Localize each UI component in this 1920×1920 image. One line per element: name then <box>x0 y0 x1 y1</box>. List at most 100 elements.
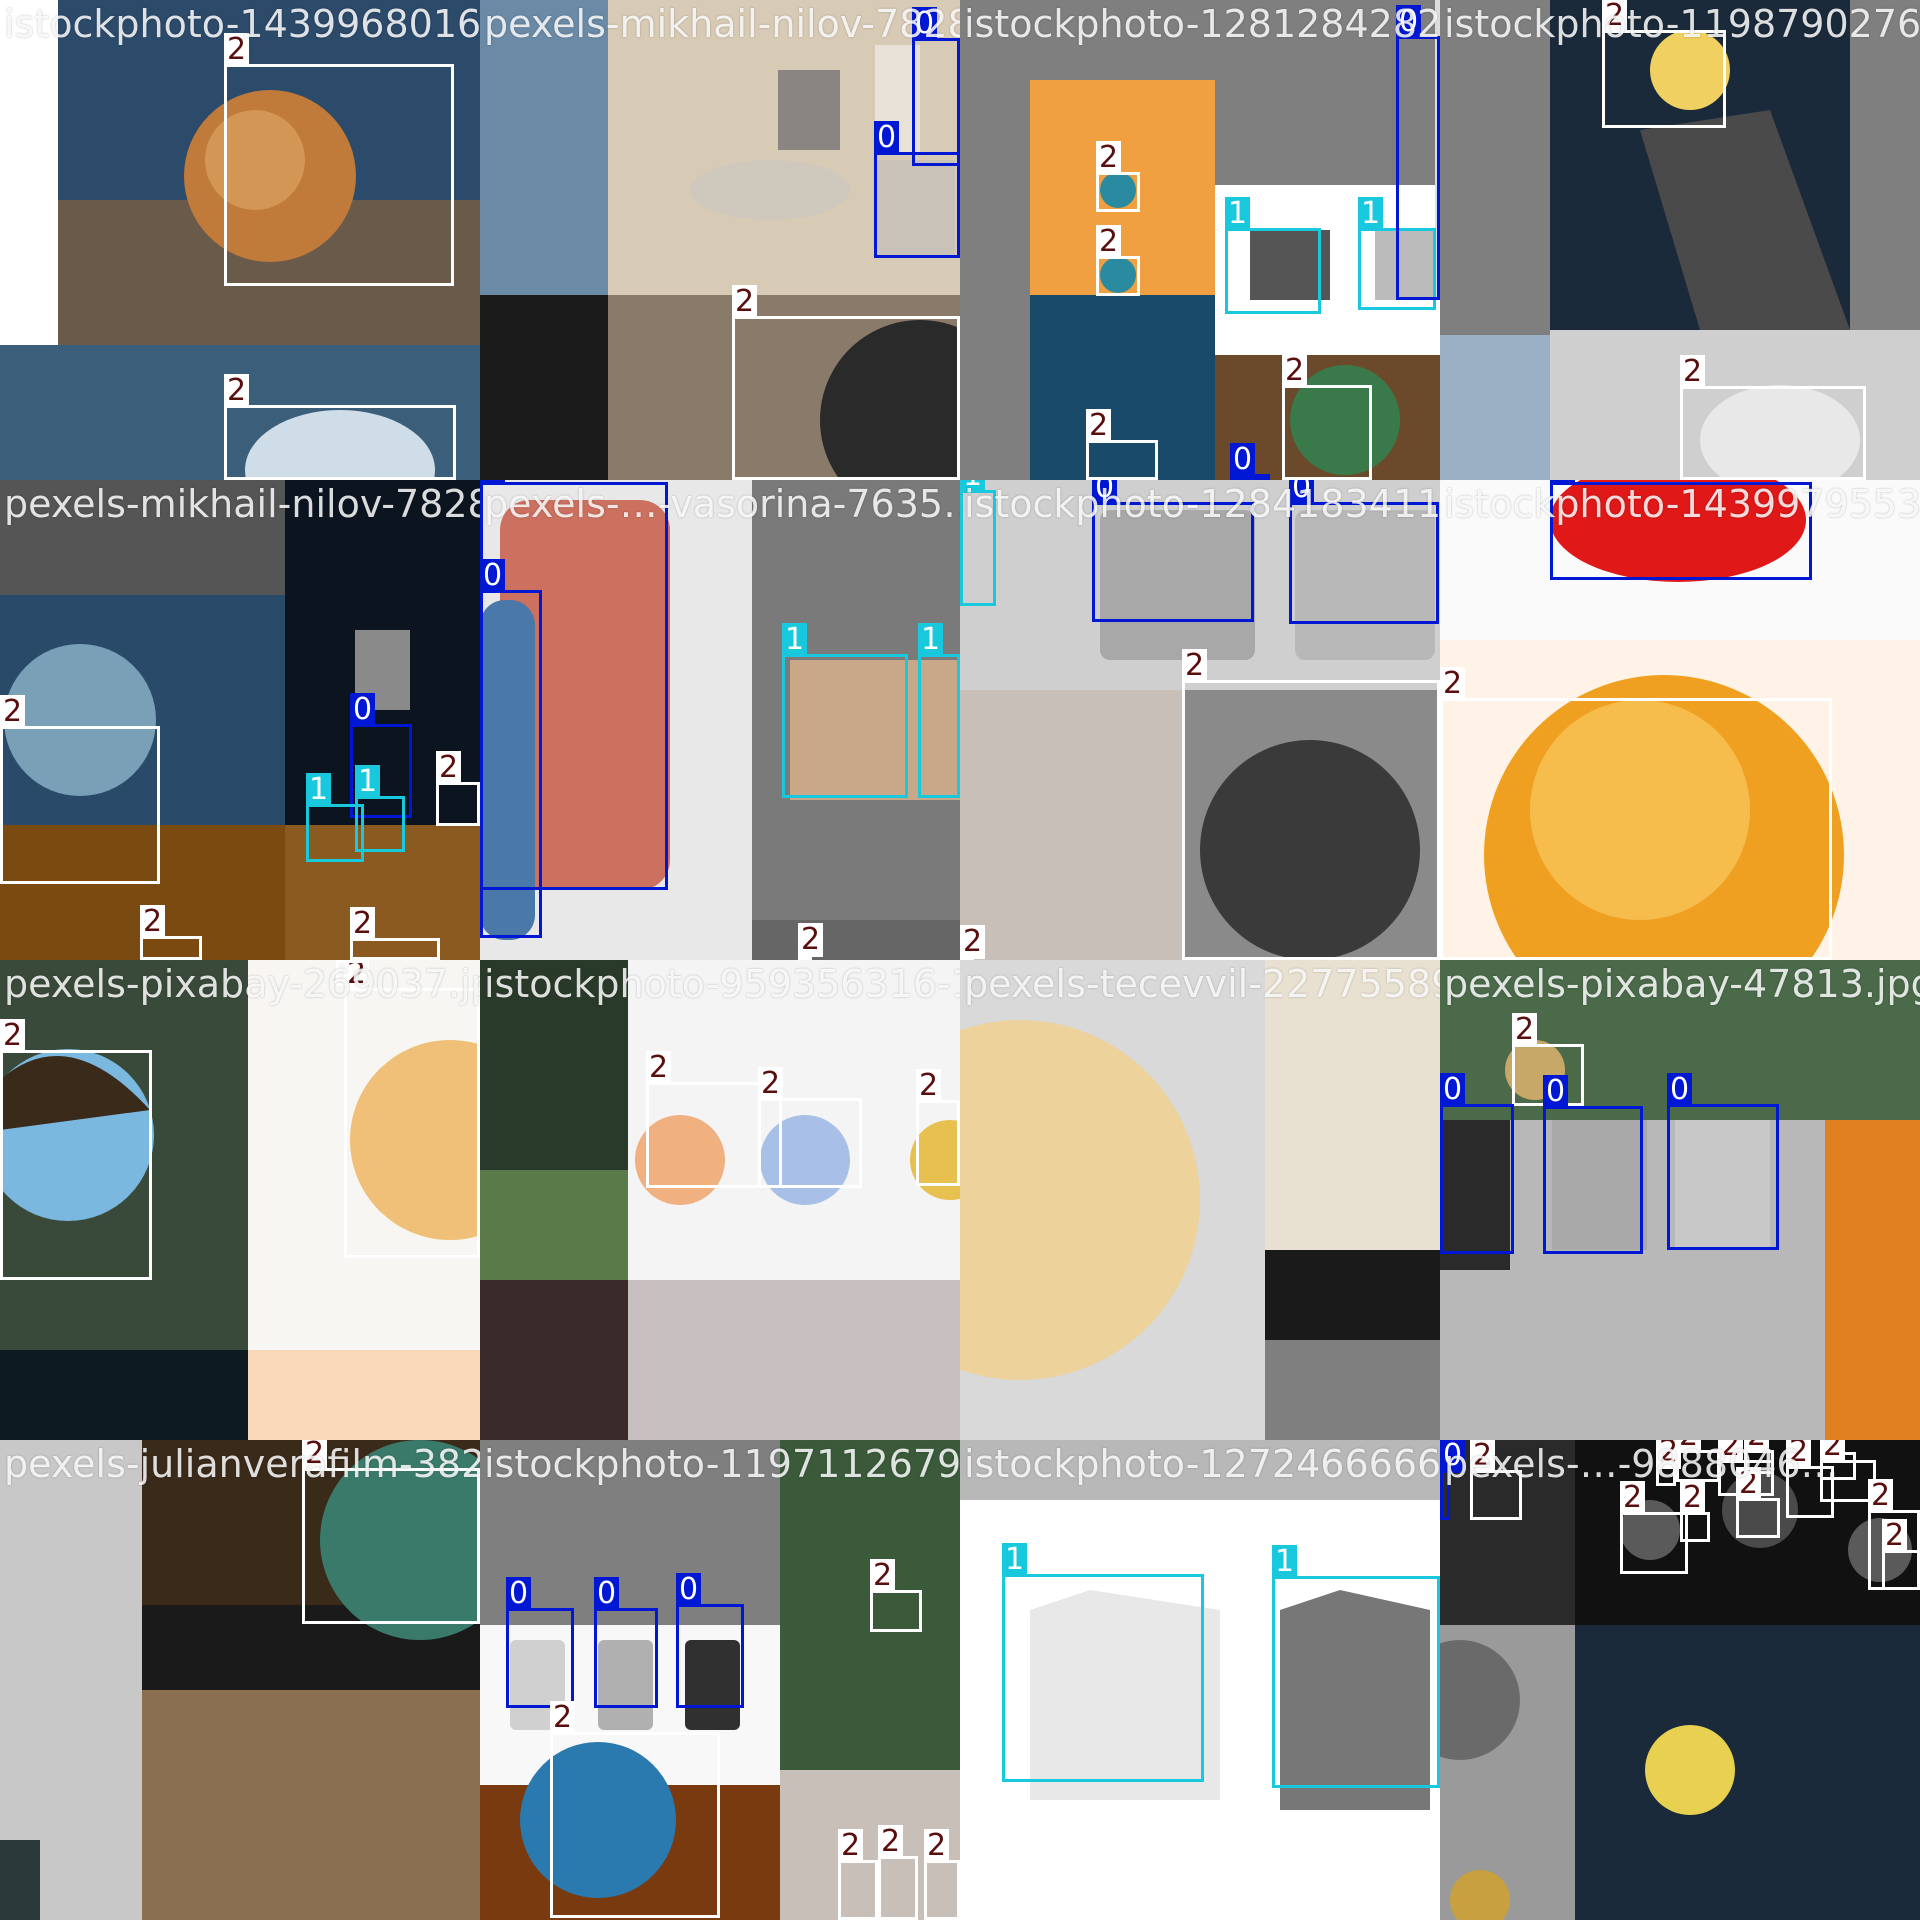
detection-box: 0 <box>1543 1075 1643 1254</box>
tile-filename: pexels-pixabay-269037.jpg <box>4 962 480 1006</box>
class-label: 1 <box>1002 1543 1028 1577</box>
detection-box: 2 <box>1680 355 1866 480</box>
detection-box: 2 <box>302 1440 480 1624</box>
class-label: 2 <box>878 1825 904 1859</box>
class-label: 2 <box>1086 409 1112 443</box>
mosaic-tile: pexels-julianverafilm-3828833.jpg 2 <box>0 1440 480 1920</box>
detection-box: 0 <box>912 7 960 166</box>
tile-image <box>480 960 960 1440</box>
class-label: 0 <box>350 693 376 727</box>
class-label: 2 <box>1620 1481 1646 1515</box>
class-label: 0 <box>1543 1075 1569 1109</box>
class-label: 2 <box>224 374 250 408</box>
detection-box: 2 <box>1086 409 1158 480</box>
class-label: 2 <box>798 923 824 957</box>
tile-filename: pexels-…-9888046… <box>1444 1442 1839 1486</box>
class-label: 1 <box>782 623 808 657</box>
class-label: 0 <box>1230 443 1256 477</box>
detection-box: 2 <box>924 1829 960 1920</box>
detection-box: 1 <box>1225 197 1321 314</box>
class-label: 1 <box>306 773 332 807</box>
mosaic-tile: pexels-pixabay-47813.jpg 2 0 0 0 <box>1440 960 1920 1440</box>
detection-box: 2 <box>1882 1519 1920 1590</box>
class-label: 2 <box>870 1559 896 1593</box>
detection-box: 2 <box>344 960 480 1258</box>
class-label: 0 <box>676 1573 702 1607</box>
tile-filename: istockphoto-1272466666-1024x1024.jpg <box>964 1442 1440 1486</box>
class-label: 2 <box>1440 667 1466 701</box>
class-label: 2 <box>0 1019 26 1053</box>
class-label: 2 <box>436 751 462 785</box>
class-label: 2 <box>838 1829 864 1863</box>
detection-box: 2 <box>1096 141 1140 212</box>
mosaic-tile: pexels-mikhail-nilov-7828674.jpg 2 0 1 1… <box>0 480 480 960</box>
tile-image <box>0 480 480 960</box>
class-label: 1 <box>1358 197 1384 231</box>
mosaic-tile: istockphoto-959356316-1024x1024.jpg 2 2 … <box>480 960 960 1440</box>
detection-box: 2 <box>758 1067 862 1188</box>
class-label: 0 <box>1667 1073 1693 1107</box>
detection-box: 2 <box>878 1825 918 1920</box>
class-label: 2 <box>1680 1481 1706 1515</box>
class-label: 0 <box>874 121 900 155</box>
class-label: 1 <box>1272 1545 1298 1579</box>
class-label: 2 <box>1282 354 1308 388</box>
detection-box: 2 <box>870 1559 922 1632</box>
detection-box: 2 <box>732 285 960 480</box>
detection-box: 2 <box>0 1019 152 1280</box>
tile-filename: istockphoto-959356316-1024x1024.jpg <box>484 962 960 1006</box>
class-label: 2 <box>732 285 758 319</box>
detection-box: 2 <box>1620 1481 1688 1574</box>
class-label: 2 <box>758 1067 784 1101</box>
detection-box: 0 <box>1667 1073 1779 1250</box>
detection-box: 0 <box>1230 443 1270 480</box>
detection-box: 2 <box>1182 649 1440 960</box>
class-label: 2 <box>646 1051 672 1085</box>
detection-box: 1 <box>918 623 960 798</box>
detection-box: 0 <box>506 1577 574 1708</box>
class-label: 2 <box>550 1701 576 1735</box>
tile-filename: pexels-pixabay-47813.jpg <box>1444 962 1920 1006</box>
class-label: 2 <box>1096 141 1122 175</box>
detection-box: 0 <box>874 121 960 258</box>
detection-box: 2 <box>798 923 824 960</box>
detection-box: 2 <box>224 33 454 286</box>
mosaic-tile: istockphoto-1281284282-1024x1024.jpg 2 2… <box>960 0 1440 480</box>
detection-box: 2 <box>1096 225 1140 296</box>
tile-filename: istockphoto-1439968016-1024x1024.jpg <box>4 2 480 46</box>
detection-box: 2 <box>224 374 456 480</box>
mosaic-tile: pexels-…-9888046… 0 2 2 2 2 2 2 2 2 2 2 … <box>1440 1440 1920 1920</box>
detection-box: 0 <box>1440 1073 1514 1254</box>
tile-filename: pexels-…-vasorina-7635… <box>484 482 960 526</box>
detection-box: 2 <box>1440 667 1832 960</box>
tile-filename: istockphoto-1281284282-1024x1024.jpg <box>964 2 1440 46</box>
class-label: 2 <box>1096 225 1122 259</box>
detection-box: 1 <box>1272 1545 1440 1788</box>
mosaic-tile: istockphoto-1284183411-1024x1024.jpg 1 0… <box>960 480 1440 960</box>
mosaic-tile: pexels-mikhail-nilov-7828… 0 0 2 <box>480 0 960 480</box>
class-label: 2 <box>350 907 376 941</box>
detection-box: 0 <box>1396 5 1440 300</box>
class-label: 2 <box>0 695 26 729</box>
class-label: 0 <box>594 1577 620 1611</box>
tile-filename: istockphoto-1197112679-1024x1024.jpg <box>484 1442 960 1486</box>
detection-box: 2 <box>550 1701 720 1918</box>
class-label: 1 <box>355 765 381 799</box>
mosaic-tile: istockphoto-1198790276-102… 2 2 <box>1440 0 1920 480</box>
tile-filename: pexels-mikhail-nilov-7828… <box>484 2 960 46</box>
mosaic-grid: istockphoto-1439968016-1024x1024.jpg 2 2… <box>0 0 1920 1920</box>
mosaic-tile: istockphoto-1439968016-1024x1024.jpg 2 2 <box>0 0 480 480</box>
tile-filename: pexels-tecevvil-22775589.jpg <box>964 962 1440 1006</box>
detection-box: 2 <box>1736 1467 1780 1538</box>
class-label: 1 <box>1225 197 1251 231</box>
class-label: 2 <box>1882 1519 1908 1553</box>
class-label: 2 <box>1182 649 1208 683</box>
tile-image <box>960 960 1440 1440</box>
detection-box: 2 <box>436 751 480 826</box>
detection-box: 2 <box>350 907 440 960</box>
mosaic-tile: pexels-tecevvil-22775589.jpg <box>960 960 1440 1440</box>
class-label: 0 <box>480 559 506 593</box>
detection-box: 1 <box>782 623 908 798</box>
mosaic-tile: pexels-…-vasorina-7635… 0 0 1 1 2 <box>480 480 960 960</box>
detection-box: 0 <box>676 1573 744 1708</box>
